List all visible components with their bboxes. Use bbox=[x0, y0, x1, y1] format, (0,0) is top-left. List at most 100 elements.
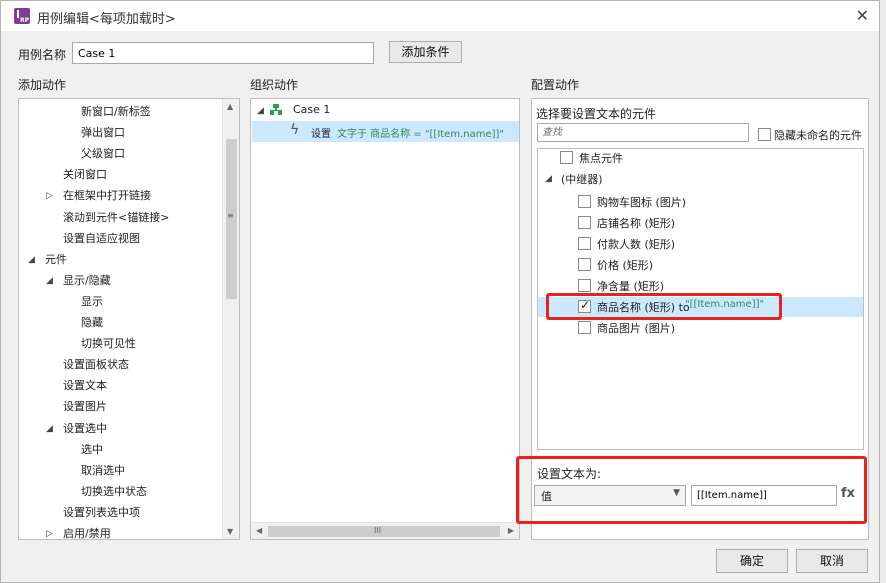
case-icon bbox=[270, 104, 282, 115]
collapse-arrow-icon[interactable]: ◢ bbox=[46, 419, 53, 439]
scroll-left-icon[interactable]: ◀ bbox=[256, 526, 262, 535]
repeater-label: (中继器) bbox=[561, 173, 603, 186]
tree-item-label: 切换可见性 bbox=[81, 337, 136, 351]
lightning-icon: ϟ bbox=[290, 122, 300, 138]
tree-item[interactable]: ◢ 设置选中 bbox=[19, 419, 223, 439]
configure-action-heading: 配置动作 bbox=[531, 78, 580, 92]
widget-checkbox[interactable] bbox=[578, 279, 591, 292]
horizontal-scrollbar[interactable]: ◀ III ▶ bbox=[251, 522, 519, 539]
highlight-set-text bbox=[516, 456, 867, 524]
close-icon[interactable]: ✕ bbox=[856, 6, 869, 25]
tree-item[interactable]: 设置文本 bbox=[19, 376, 223, 396]
tree-item[interactable]: 新窗口/新标签 bbox=[19, 102, 223, 122]
expand-arrow-icon[interactable]: ▷ bbox=[46, 524, 53, 539]
search-input[interactable] bbox=[537, 123, 749, 142]
widget-label: 购物车图标 (图片) bbox=[597, 196, 687, 209]
tree-item[interactable]: 切换选中状态 bbox=[19, 482, 223, 502]
tree-item-label: 设置图片 bbox=[63, 400, 107, 414]
organize-action-tree: ◢ Case 1 ϟ 设置 文字于 商品名称 = "[[Item.name]]"… bbox=[250, 98, 520, 540]
tree-item-label: 隐藏 bbox=[81, 316, 103, 329]
tree-item-label: 选中 bbox=[81, 442, 103, 456]
tree-item-label: 切换选中状态 bbox=[81, 484, 147, 498]
usecase-name-input[interactable] bbox=[72, 42, 374, 64]
axure-app-icon: RP bbox=[14, 8, 30, 24]
expand-arrow-icon[interactable]: ▷ bbox=[46, 186, 53, 206]
widget-item[interactable]: 商品图片 (图片) bbox=[538, 318, 863, 338]
tree-item[interactable]: 切换可见性 bbox=[19, 334, 223, 354]
tree-item[interactable]: 父级窗口 bbox=[19, 144, 223, 164]
focus-widget-label: 焦点元件 bbox=[579, 152, 623, 165]
usecase-dialog: RP 用例编辑<每项加载时> ✕ 用例名称 添加条件 添加动作 组织动作 配置动… bbox=[0, 0, 880, 583]
tree-item-label: 启用/禁用 bbox=[63, 527, 111, 540]
scroll-right-icon[interactable]: ▶ bbox=[508, 526, 514, 535]
widget-item[interactable]: 付款人数 (矩形) bbox=[538, 234, 863, 254]
highlight-checked-item bbox=[546, 293, 782, 320]
tree-item-label: 设置列表选中项 bbox=[63, 505, 140, 519]
tree-item-label: 显示/隐藏 bbox=[63, 273, 111, 287]
scroll-down-icon[interactable]: ▼ bbox=[227, 527, 233, 536]
organize-action-heading: 组织动作 bbox=[250, 78, 299, 92]
tree-item[interactable]: ◢ 显示/隐藏 bbox=[19, 271, 223, 291]
tree-item-label: 弹出窗口 bbox=[81, 126, 125, 140]
widget-label: 价格 (矩形) bbox=[597, 259, 654, 272]
tree-item-label: 取消选中 bbox=[81, 463, 125, 477]
scroll-up-icon[interactable]: ▲ bbox=[227, 102, 233, 111]
tree-item[interactable]: 关闭窗口 bbox=[19, 165, 223, 185]
widget-checkbox[interactable] bbox=[578, 216, 591, 229]
window-title: 用例编辑<每项加载时> bbox=[37, 12, 176, 27]
tree-item[interactable]: 取消选中 bbox=[19, 461, 223, 481]
action-row[interactable]: ϟ 设置 文字于 商品名称 = "[[Item.name]]" bbox=[252, 121, 519, 142]
tree-item-label: 显示 bbox=[81, 294, 103, 308]
tree-item-label: 设置面板状态 bbox=[63, 358, 129, 372]
tree-item[interactable]: 设置图片 bbox=[19, 397, 223, 417]
widget-label: 店铺名称 (矩形) bbox=[597, 217, 676, 230]
tree-item[interactable]: ◢ 元件 bbox=[19, 250, 223, 270]
tree-item[interactable]: 隐藏 bbox=[19, 313, 223, 333]
widget-label: 商品图片 (图片) bbox=[597, 322, 676, 335]
tree-item[interactable]: 弹出窗口 bbox=[19, 123, 223, 143]
case-label[interactable]: Case 1 bbox=[293, 103, 330, 116]
focus-widget-checkbox[interactable] bbox=[560, 151, 573, 164]
widget-item[interactable]: 店铺名称 (矩形) bbox=[538, 213, 863, 233]
select-widget-label: 选择要设置文本的元件 bbox=[536, 107, 657, 121]
tree-item-label: 滚动到元件<锚链接> bbox=[63, 210, 170, 224]
tree-item[interactable]: 选中 bbox=[19, 440, 223, 460]
hide-unnamed-label: 隐藏未命名的元件 bbox=[774, 129, 862, 142]
tree-item-label: 新窗口/新标签 bbox=[81, 105, 151, 118]
scroll-thumb[interactable]: ≡ bbox=[226, 139, 237, 299]
widget-checkbox[interactable] bbox=[578, 237, 591, 250]
tree-item-label: 关闭窗口 bbox=[63, 168, 107, 182]
tree-item-label: 设置自适应视图 bbox=[63, 231, 140, 245]
widget-checkbox[interactable] bbox=[578, 258, 591, 271]
tree-item[interactable]: 显示 bbox=[19, 292, 223, 312]
add-action-tree: 新窗口/新标签 弹出窗口父级窗口关闭窗口 ▷ 在框架中打开链接滚动到元件<锚链接> 设置… bbox=[18, 98, 240, 540]
tree-item[interactable]: 设置自适应视图 bbox=[19, 229, 223, 249]
tree-item[interactable]: ▷ 在框架中打开链接 bbox=[19, 186, 223, 206]
cancel-button[interactable]: 取消 bbox=[796, 549, 868, 573]
tree-item[interactable]: 设置列表选中项 bbox=[19, 503, 223, 523]
scroll-thumb[interactable]: III bbox=[268, 526, 500, 537]
tree-item-label: 设置选中 bbox=[63, 421, 107, 435]
usecase-name-label: 用例名称 bbox=[18, 48, 67, 62]
tree-item[interactable]: 设置面板状态 bbox=[19, 355, 223, 375]
tree-item-label: 父级窗口 bbox=[81, 147, 125, 161]
collapse-arrow-icon[interactable]: ◢ bbox=[545, 174, 552, 184]
collapse-arrow-icon[interactable]: ◢ bbox=[28, 250, 35, 270]
widget-item[interactable]: 价格 (矩形) bbox=[538, 255, 863, 275]
add-condition-button[interactable]: 添加条件 bbox=[389, 41, 462, 63]
ok-button[interactable]: 确定 bbox=[716, 549, 788, 573]
widget-item[interactable]: 购物车图标 (图片) bbox=[538, 192, 863, 212]
hide-unnamed-checkbox[interactable] bbox=[758, 128, 771, 141]
tree-item-label: 在框架中打开链接 bbox=[63, 189, 151, 203]
widget-checkbox[interactable] bbox=[578, 195, 591, 208]
tree-item[interactable]: 滚动到元件<锚链接> bbox=[19, 208, 223, 228]
widget-label: 付款人数 (矩形) bbox=[597, 238, 676, 251]
collapse-arrow-icon[interactable]: ◢ bbox=[257, 106, 264, 116]
widget-checkbox[interactable] bbox=[578, 321, 591, 334]
vertical-scrollbar[interactable]: ▲ ≡ ▼ bbox=[222, 99, 239, 539]
tree-item[interactable]: ▷ 启用/禁用 bbox=[19, 524, 223, 540]
add-action-heading: 添加动作 bbox=[18, 78, 67, 92]
collapse-arrow-icon[interactable]: ◢ bbox=[46, 271, 53, 291]
title-bar: RP 用例编辑<每项加载时> ✕ bbox=[1, 1, 879, 31]
tree-item-label: 元件 bbox=[45, 252, 67, 266]
